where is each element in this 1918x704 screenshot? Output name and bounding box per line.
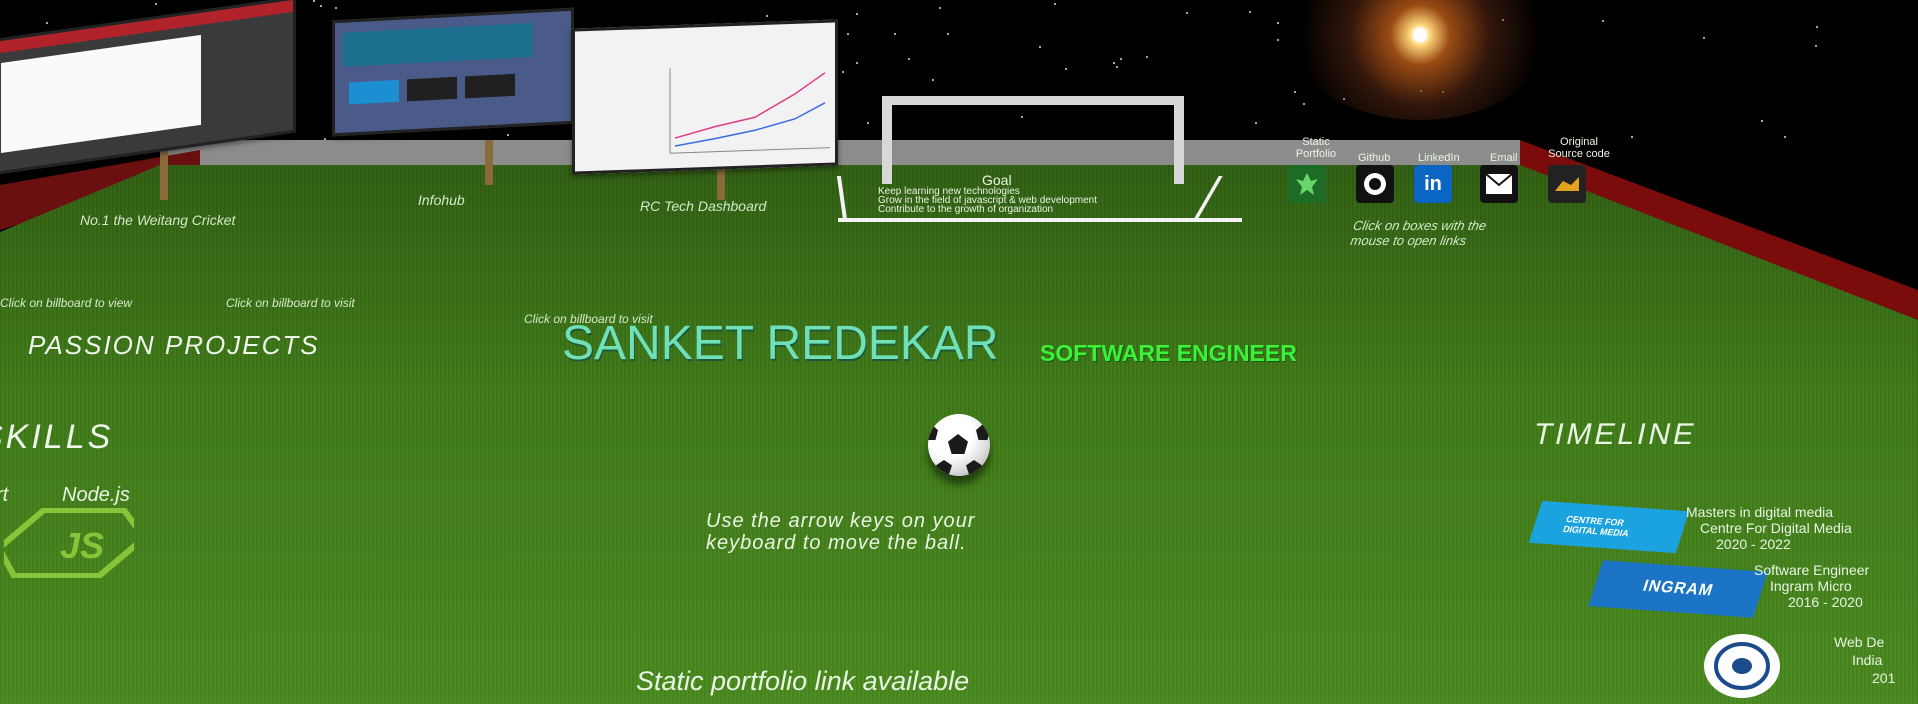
star — [842, 71, 844, 73]
project-hint: Click on billboard to visit — [226, 296, 355, 310]
billboard-tile — [465, 73, 515, 99]
cdm-logo-text: CENTRE FOR DIGITAL MEDIA — [1561, 513, 1631, 539]
project-title: No.1 the Weitang Cricket — [80, 212, 236, 228]
static-portfolio-note: Static portfolio link available — [636, 666, 970, 696]
star — [313, 0, 315, 2]
github-icon[interactable] — [1356, 165, 1394, 203]
timeline-text: 2016 - 2020 — [1788, 594, 1863, 610]
project-title: RC Tech Dashboard — [640, 198, 767, 214]
star — [932, 79, 934, 81]
star — [1255, 122, 1257, 124]
star — [1294, 91, 1296, 93]
star — [1816, 26, 1818, 28]
player-role: SOFTWARE ENGINEER — [1040, 340, 1297, 366]
star — [766, 15, 768, 17]
dashboard-line-chart — [669, 68, 830, 154]
star — [320, 5, 322, 7]
timeline-text: Web De — [1834, 634, 1885, 650]
star — [1277, 22, 1279, 24]
star — [1120, 58, 1122, 60]
billboard-infohub[interactable] — [332, 7, 574, 137]
billboard-tile — [349, 79, 399, 105]
game-scene[interactable]: Goal Keep learning new technologies Grow… — [0, 0, 1918, 704]
star — [1146, 56, 1148, 58]
star — [335, 7, 337, 9]
nodejs-logo-icon: JS — [0, 507, 149, 579]
star — [1021, 116, 1023, 118]
star — [908, 58, 910, 60]
star — [1249, 11, 1251, 13]
star — [507, 134, 509, 136]
timeline-text: Ingram Micro — [1770, 578, 1852, 594]
star — [1113, 62, 1115, 64]
instruction-line: keyboard to move the ball. — [706, 532, 967, 554]
star — [1116, 66, 1118, 68]
star — [1054, 3, 1056, 5]
goal-crossbar — [882, 96, 1184, 105]
star — [1703, 37, 1705, 39]
star — [1761, 120, 1763, 122]
university-seal-icon — [1700, 630, 1782, 700]
project-title: Infohub — [418, 192, 465, 208]
timeline-heading: TIMELINE — [1530, 418, 1700, 451]
star — [867, 122, 869, 124]
source-code-icon[interactable] — [1548, 165, 1586, 203]
skill-label-nodejs: Node.js — [62, 484, 130, 506]
projects-heading: PASSION PROJECTS — [28, 330, 320, 360]
goal-line: Contribute to the growth of organization — [878, 204, 1054, 215]
social-label-email: Email — [1490, 152, 1518, 164]
star — [1039, 46, 1041, 48]
star — [1277, 39, 1279, 41]
timeline-text: 2020 - 2022 — [1716, 536, 1791, 552]
goal-box-line — [838, 218, 1242, 222]
instruction-line: Use the arrow keys on your — [706, 510, 976, 532]
svg-text:JS: JS — [60, 525, 104, 566]
social-label-linkedin: LinkedIn — [1418, 152, 1460, 164]
ingram-logo-text: INGRAM — [1640, 577, 1716, 600]
star — [856, 13, 858, 15]
star — [856, 62, 858, 64]
player-name: SANKET REDEKAR — [562, 317, 999, 370]
timeline-text: Centre For Digital Media — [1700, 520, 1852, 536]
timeline-text: Masters in digital media — [1686, 504, 1834, 520]
email-icon[interactable] — [1480, 165, 1518, 203]
star — [947, 33, 949, 35]
billboard-post — [485, 140, 493, 185]
skills-heading: SKILLS — [0, 418, 114, 456]
linkedin-icon[interactable]: in — [1414, 165, 1452, 203]
billboard-content — [1, 34, 201, 153]
star — [894, 33, 896, 35]
skill-label: rt — [0, 484, 9, 506]
star — [1631, 136, 1633, 138]
star — [1065, 68, 1067, 70]
star — [46, 22, 48, 24]
star — [1784, 136, 1786, 138]
social-hint: Click on boxes with the mouse to open li… — [1349, 218, 1488, 248]
star — [847, 33, 849, 35]
star — [1602, 20, 1604, 22]
soccer-ball[interactable] — [928, 414, 990, 476]
star — [1303, 103, 1305, 105]
star — [1186, 12, 1188, 14]
goal-post-left — [882, 96, 892, 184]
goal-post-right — [1174, 96, 1184, 184]
timeline-text: India — [1852, 652, 1883, 668]
project-hint: Click on billboard to view — [0, 296, 133, 310]
billboard-rc-dashboard[interactable] — [572, 19, 838, 175]
static-portfolio-icon[interactable] — [1288, 165, 1326, 203]
star — [939, 7, 941, 9]
social-label-github: Github — [1358, 152, 1391, 164]
star — [1815, 45, 1817, 47]
social-label-source: Original Source code — [1548, 136, 1610, 160]
star — [155, 3, 157, 5]
billboard-banner — [343, 22, 533, 67]
billboard-tile — [407, 76, 457, 102]
timeline-text: 201 — [1872, 670, 1896, 686]
timeline-text: Software Engineer — [1754, 562, 1870, 578]
billboard-post — [160, 150, 168, 200]
social-label-static: Static Portfolio — [1295, 136, 1337, 160]
